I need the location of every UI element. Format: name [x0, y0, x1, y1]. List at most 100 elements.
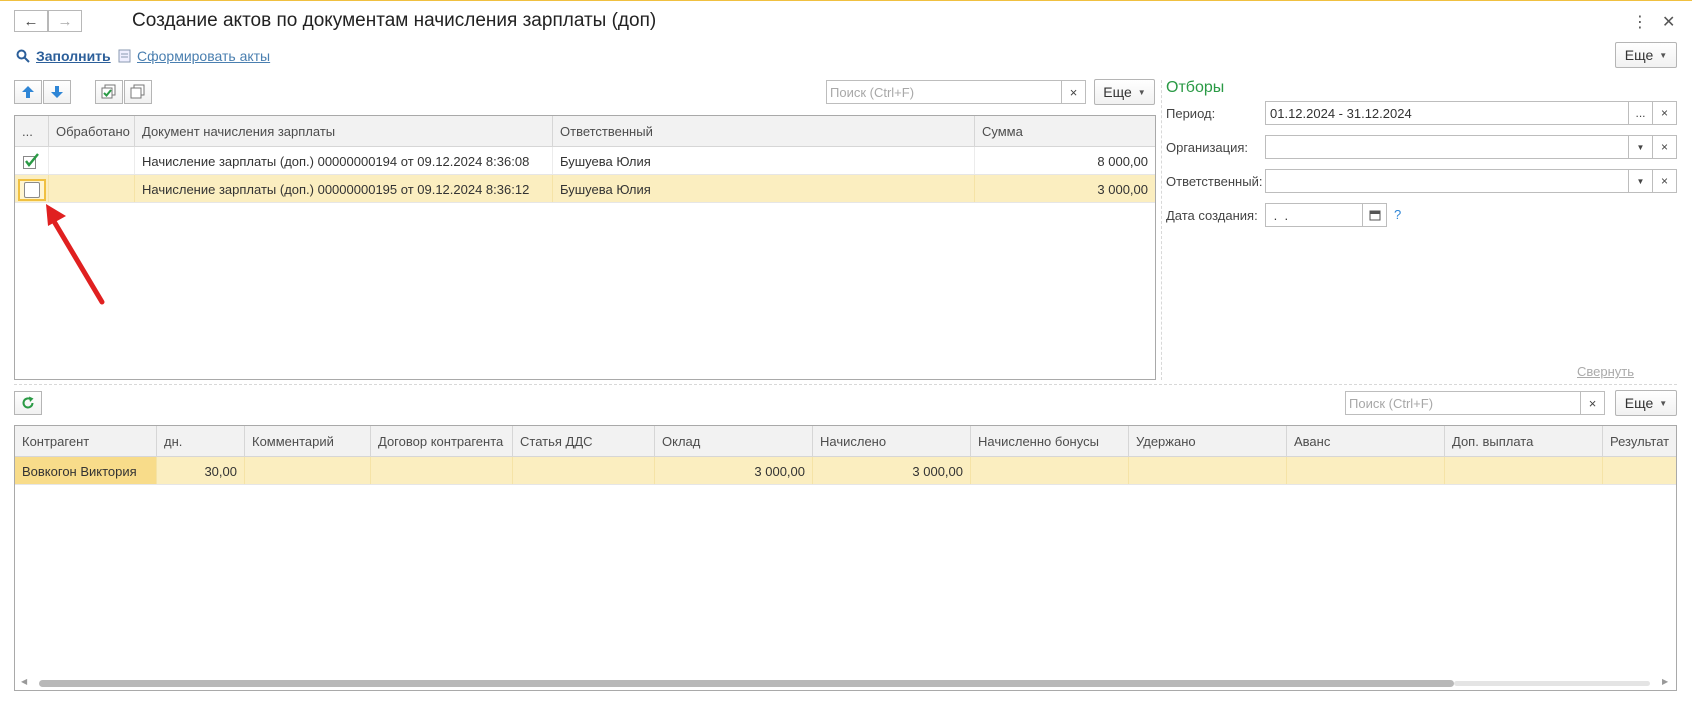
- col-header-days[interactable]: дн.: [157, 426, 245, 456]
- resp-input[interactable]: [1266, 170, 1628, 192]
- more-label: Еще: [1624, 395, 1654, 411]
- col-header-sum[interactable]: Сумма: [975, 116, 1155, 146]
- date-field[interactable]: . .: [1265, 203, 1387, 227]
- more-label: Еще: [1103, 84, 1132, 100]
- col-header-contract[interactable]: Договор контрагента: [371, 426, 513, 456]
- horizontal-scrollbar[interactable]: ◀ ▶: [15, 676, 1676, 690]
- processed-cell: [49, 147, 135, 174]
- fill-link[interactable]: Заполнить: [16, 48, 111, 64]
- form-acts-label: Сформировать акты: [137, 48, 271, 64]
- back-button[interactable]: ←: [14, 10, 48, 32]
- more-button-top[interactable]: Еще ▼: [1615, 42, 1677, 68]
- responsible-cell[interactable]: Бушуева Юлия: [553, 147, 975, 174]
- date-input[interactable]: . .: [1266, 204, 1362, 226]
- org-input[interactable]: [1266, 136, 1628, 158]
- document-cell[interactable]: Начисление зарплаты (доп.) 00000000195 о…: [135, 175, 553, 202]
- table-row[interactable]: Вовкогон Виктория 30,00 3 000,00 3 000,0…: [15, 457, 1676, 485]
- org-field[interactable]: ▼ ×: [1265, 135, 1677, 159]
- ellipsis-icon[interactable]: ...: [1628, 102, 1652, 124]
- table-row[interactable]: Начисление зарплаты (доп.) 00000000194 о…: [15, 147, 1155, 175]
- arrow-up-icon: [22, 86, 34, 98]
- org-label: Организация:: [1166, 140, 1249, 155]
- date-label: Дата создания:: [1166, 208, 1258, 223]
- document-icon: [118, 49, 131, 63]
- advance-cell[interactable]: [1287, 457, 1445, 484]
- withheld-cell[interactable]: [1129, 457, 1287, 484]
- row-checkbox-cell[interactable]: [15, 147, 49, 174]
- forward-button[interactable]: →: [48, 10, 82, 32]
- table-row[interactable]: Начисление зарплаты (доп.) 00000000195 о…: [15, 175, 1155, 203]
- salary-cell[interactable]: 3 000,00: [655, 457, 813, 484]
- col-header-comment[interactable]: Комментарий: [245, 426, 371, 456]
- col-header-salary[interactable]: Оклад: [655, 426, 813, 456]
- caret-icon: ▼: [1659, 50, 1668, 60]
- arrow-left-icon: ←: [23, 12, 39, 30]
- col-header-accrued[interactable]: Начислено: [813, 426, 971, 456]
- comment-cell[interactable]: [245, 457, 371, 484]
- uncheck-all-button[interactable]: [124, 80, 152, 104]
- col-header-document[interactable]: Документ начисления зарплаты: [135, 116, 553, 146]
- refresh-icon: [22, 396, 34, 409]
- dds-cell[interactable]: [513, 457, 655, 484]
- scroll-right-icon[interactable]: ▶: [1662, 677, 1668, 686]
- uncheck-all-icon: [130, 84, 145, 99]
- arrow-down-icon: [51, 86, 63, 98]
- move-down-button[interactable]: [43, 80, 71, 104]
- col-header-extra[interactable]: Доп. выплата: [1445, 426, 1603, 456]
- period-field[interactable]: 01.12.2024 - 31.12.2024 ... ×: [1265, 101, 1677, 125]
- filters-title-text: Отборы: [1166, 79, 1225, 96]
- docs-more-button[interactable]: Еще ▼: [1094, 79, 1155, 105]
- kebab-icon[interactable]: ⋮: [1632, 12, 1648, 32]
- scroll-left-icon[interactable]: ◀: [21, 677, 27, 686]
- docs-search-input[interactable]: Поиск (Ctrl+F): [827, 81, 1061, 103]
- refresh-button[interactable]: [14, 391, 42, 415]
- accrued-cell[interactable]: 3 000,00: [813, 457, 971, 484]
- move-up-button[interactable]: [14, 80, 42, 104]
- help-icon[interactable]: ?: [1394, 207, 1401, 222]
- details-search[interactable]: Поиск (Ctrl+F) ×: [1345, 391, 1605, 415]
- col-header-responsible[interactable]: Ответственный: [553, 116, 975, 146]
- dropdown-icon[interactable]: ▼: [1628, 136, 1652, 158]
- responsible-cell[interactable]: Бушуева Юлия: [553, 175, 975, 202]
- row-checkbox-cell[interactable]: [15, 175, 49, 202]
- docs-search[interactable]: Поиск (Ctrl+F) ×: [826, 80, 1086, 104]
- check-all-button[interactable]: [95, 80, 123, 104]
- clear-icon[interactable]: ×: [1652, 102, 1676, 124]
- col-header-mark[interactable]: ...: [15, 116, 49, 146]
- search-icon: [16, 49, 30, 63]
- days-cell[interactable]: 30,00: [157, 457, 245, 484]
- col-header-dds[interactable]: Статья ДДС: [513, 426, 655, 456]
- bonus-cell[interactable]: [971, 457, 1129, 484]
- details-more-button[interactable]: Еще ▼: [1615, 390, 1677, 416]
- details-search-clear-icon[interactable]: ×: [1580, 392, 1604, 414]
- sum-cell[interactable]: 3 000,00: [975, 175, 1155, 202]
- clear-icon[interactable]: ×: [1652, 170, 1676, 192]
- resp-field[interactable]: ▼ ×: [1265, 169, 1677, 193]
- annotation-arrow-icon: [46, 204, 105, 305]
- document-cell[interactable]: Начисление зарплаты (доп.) 00000000194 о…: [135, 147, 553, 174]
- dropdown-icon[interactable]: ▼: [1628, 170, 1652, 192]
- contract-cell[interactable]: [371, 457, 513, 484]
- col-header-advance[interactable]: Аванс: [1287, 426, 1445, 456]
- scrollbar-thumb[interactable]: [39, 680, 1454, 687]
- top-accent-line: [0, 0, 1692, 1]
- close-icon[interactable]: ✕: [1662, 12, 1675, 32]
- col-header-bonus[interactable]: Начисленно бонусы: [971, 426, 1129, 456]
- docs-search-clear-icon[interactable]: ×: [1061, 81, 1085, 103]
- col-header-counterparty[interactable]: Контрагент: [15, 426, 157, 456]
- result-cell[interactable]: [1603, 457, 1676, 484]
- col-header-withheld[interactable]: Удержано: [1129, 426, 1287, 456]
- period-input[interactable]: 01.12.2024 - 31.12.2024: [1266, 102, 1628, 124]
- collapse-link[interactable]: Свернуть: [1577, 364, 1634, 379]
- extra-cell[interactable]: [1445, 457, 1603, 484]
- col-header-result[interactable]: Результат: [1603, 426, 1676, 456]
- counterparty-cell[interactable]: Вовкогон Виктория: [15, 457, 157, 484]
- details-search-input[interactable]: Поиск (Ctrl+F): [1346, 392, 1580, 414]
- checked-checkbox-icon[interactable]: [23, 153, 39, 169]
- form-acts-link[interactable]: Сформировать акты: [118, 48, 270, 64]
- clear-icon[interactable]: ×: [1652, 136, 1676, 158]
- col-header-processed[interactable]: Обработано: [49, 116, 135, 146]
- calendar-icon[interactable]: [1362, 204, 1386, 226]
- sum-cell[interactable]: 8 000,00: [975, 147, 1155, 174]
- unchecked-checkbox-icon[interactable]: [24, 182, 40, 198]
